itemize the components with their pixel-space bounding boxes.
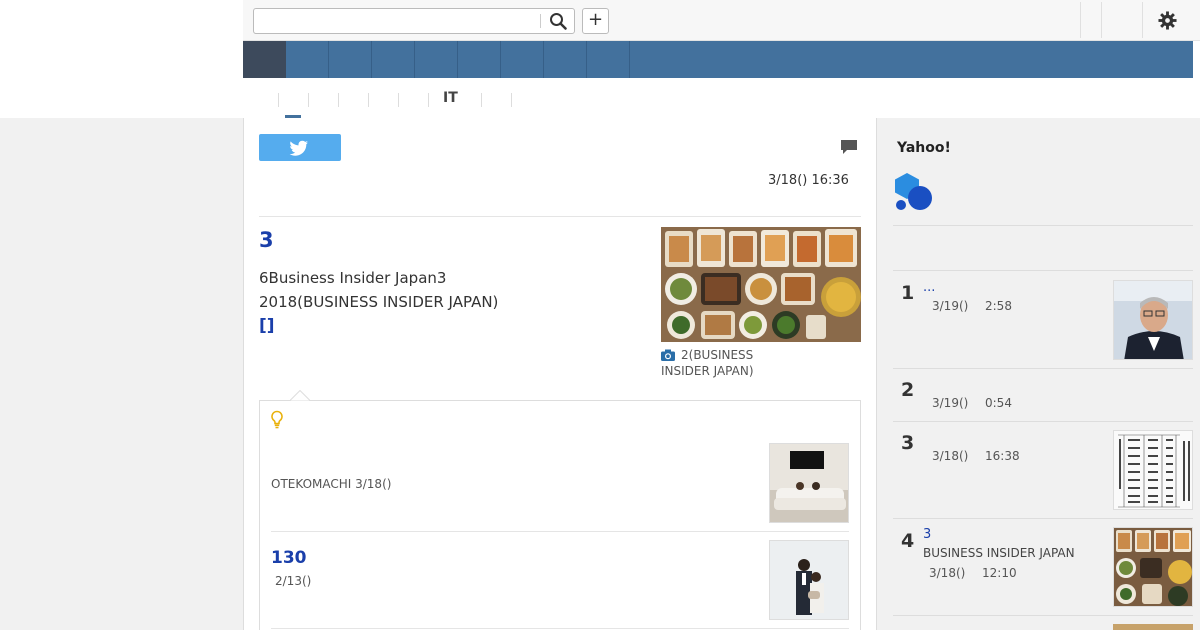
ranking-date: 3/18() (932, 449, 969, 463)
ranking-divider (893, 518, 1193, 519)
sidebar-heading: Yahoo! (897, 140, 951, 156)
ranking-date: 3/19() (932, 396, 969, 410)
ranking-time: 12:10 (982, 566, 1017, 580)
ranking-time: 2:58 (985, 299, 1012, 313)
related-thumbnail[interactable] (769, 540, 849, 620)
ranking-thumbnail[interactable] (1113, 624, 1193, 630)
related-divider (271, 531, 849, 532)
ranking-divider (893, 615, 1193, 616)
nav-item[interactable] (286, 41, 329, 78)
ranking-thumbnail[interactable] (1113, 527, 1193, 607)
couple-image (770, 541, 848, 619)
gear-icon[interactable] (1158, 11, 1177, 30)
related-item-date: 2/13() (275, 574, 312, 588)
ranking-thumbnail[interactable] (1113, 280, 1193, 360)
ranking-title[interactable]: 3 (923, 527, 931, 542)
nav-item[interactable] (329, 41, 372, 78)
ranking-divider (893, 368, 1193, 369)
ranking-number: 4 (901, 530, 915, 552)
sidebar-divider (893, 225, 1193, 226)
subnav-separator (481, 93, 482, 107)
nav-item[interactable] (415, 41, 458, 78)
nav-item[interactable] (458, 41, 501, 78)
article-date: 3/18() 16:36 (768, 173, 849, 188)
nav-item[interactable] (587, 41, 630, 78)
lightbulb-icon (271, 410, 283, 429)
living-room-image (770, 444, 848, 522)
data-table-image (1114, 431, 1192, 509)
article-body-line: 2018(BUSINESS INSIDER JAPAN) (259, 293, 499, 311)
header-divider (1080, 2, 1081, 38)
subnav-separator (511, 93, 512, 107)
article-divider (259, 216, 861, 217)
nav-item[interactable] (372, 41, 415, 78)
article-read-more-link[interactable]: [] (259, 316, 275, 336)
related-thumbnail[interactable] (769, 443, 849, 523)
hexagon-logo-icon (895, 173, 932, 210)
tweet-button[interactable] (259, 134, 341, 161)
related-divider (271, 628, 849, 629)
sidebar-divider (893, 270, 1193, 271)
ranking-time: 16:38 (985, 449, 1020, 463)
ranking-number: 1 (901, 282, 915, 304)
search-input[interactable] (253, 8, 575, 34)
comment-icon[interactable] (840, 139, 858, 155)
subnav-separator (278, 93, 279, 107)
article-photo[interactable] (661, 227, 861, 342)
twitter-bird-icon (289, 140, 309, 156)
politician-photo-image (1114, 281, 1192, 359)
subnav-separator (308, 93, 309, 107)
ranking-number: 3 (901, 432, 915, 454)
nav-item[interactable] (544, 41, 587, 78)
related-item-meta: OTEKOMACHI 3/18() (271, 477, 392, 491)
nav-item-home[interactable] (243, 41, 286, 78)
search-separator (540, 14, 541, 28)
category-nav (243, 41, 1193, 78)
ranking-number: 2 (901, 379, 915, 401)
ranking-thumbnail[interactable] (1113, 430, 1193, 510)
food-photo-image (661, 227, 861, 342)
ranking-time: 0:54 (985, 396, 1012, 410)
subnav-separator (368, 93, 369, 107)
article-body: 6Business Insider Japan3 2018(BUSINESS I… (259, 266, 649, 314)
subnav-separator (428, 93, 429, 107)
ranking-date: 3/19() (932, 299, 969, 313)
header-divider (1101, 2, 1102, 38)
article-title[interactable]: 3 (259, 228, 274, 252)
ranking-date: 3/18() (929, 566, 966, 580)
subnav-item-it[interactable]: IT (443, 90, 458, 106)
related-box-pointer (290, 390, 310, 401)
subnav-separator (398, 93, 399, 107)
related-item-title[interactable]: 130 (271, 548, 307, 568)
header-divider (1142, 2, 1143, 38)
ranking-title[interactable]: ... (923, 280, 935, 295)
article-body-line: 6Business Insider Japan3 (259, 269, 447, 287)
ranking-divider (893, 421, 1193, 422)
food-photo-image (1114, 528, 1192, 606)
search-icon[interactable] (549, 12, 567, 30)
photo-caption[interactable]: 2(BUSINESS INSIDER JAPAN) (661, 347, 781, 379)
add-button[interactable]: + (582, 8, 609, 34)
subnav-separator (338, 93, 339, 107)
ranking-source: BUSINESS INSIDER JAPAN (923, 546, 1075, 560)
nav-item[interactable] (501, 41, 544, 78)
